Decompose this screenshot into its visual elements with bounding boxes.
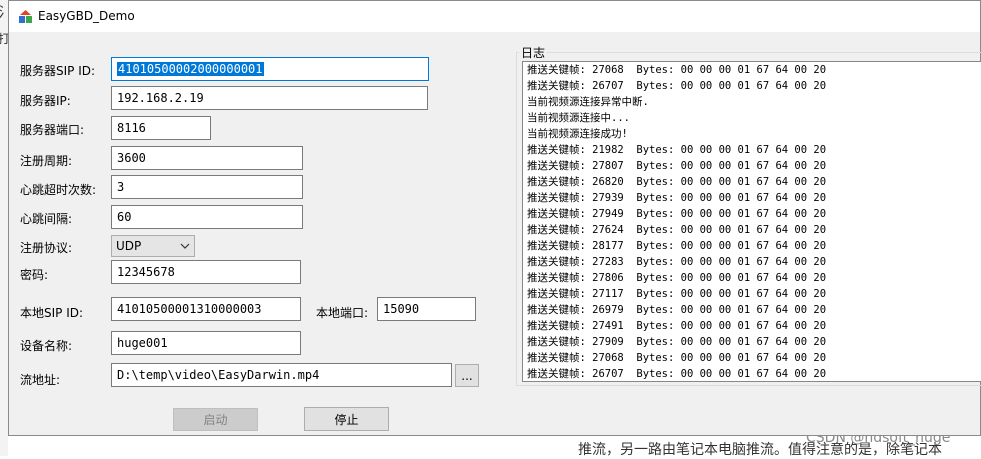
chevron-down-icon: [180, 243, 190, 249]
log-line: 推送关键帧: 26707 Bytes: 00 00 00 01 67 64 00…: [527, 368, 827, 380]
local-sip-id-input[interactable]: 41010500001310000003: [111, 297, 301, 321]
heartbeat-timeouts-label: 心跳超时次数:: [20, 183, 97, 197]
register-period-label: 注册周期:: [20, 154, 73, 168]
log-line: 推送关键帧: 27491 Bytes: 00 00 00 01 67 64 00…: [527, 320, 827, 332]
register-protocol-label: 注册协议:: [20, 241, 73, 255]
register-period-input[interactable]: 3600: [111, 146, 303, 170]
register-protocol-select[interactable]: UDP: [111, 235, 195, 257]
log-line: 推送关键帧: 27939 Bytes: 00 00 00 01 67 64 00…: [527, 192, 827, 204]
log-line: 推送关键帧: 26820 Bytes: 00 00 00 01 67 64 00…: [527, 176, 827, 188]
log-line: 推送关键帧: 27283 Bytes: 00 00 00 01 67 64 00…: [527, 256, 827, 268]
log-line: 推送关键帧: 27068 Bytes: 00 00 00 01 67 64 00…: [527, 64, 827, 76]
server-ip-input[interactable]: 192.168.2.19: [111, 86, 428, 110]
log-line: 当前视频源连接异常中断.: [527, 96, 649, 108]
stream-address-input[interactable]: D:\temp\video\EasyDarwin.mp4: [111, 363, 452, 387]
register-protocol-value: UDP: [116, 239, 142, 253]
server-port-input[interactable]: 8116: [111, 116, 211, 140]
stop-button[interactable]: 停止: [304, 407, 389, 431]
log-line: 推送关键帧: 27949 Bytes: 00 00 00 01 67 64 00…: [527, 208, 827, 220]
start-button[interactable]: 启动: [173, 408, 258, 431]
window-title: EasyGBD_Demo: [38, 9, 135, 23]
app-window: EasyGBD_Demo 服务器SIP ID: 4101050000200000…: [8, 0, 981, 436]
heartbeat-interval-label: 心跳间隔:: [20, 212, 73, 226]
server-ip-label: 服务器IP:: [20, 94, 71, 108]
log-line: 推送关键帧: 26979 Bytes: 00 00 00 01 67 64 00…: [527, 304, 827, 316]
log-lines: 推送关键帧: 27068 Bytes: 00 00 00 01 67 64 00…: [523, 62, 981, 381]
title-bar[interactable]: EasyGBD_Demo: [9, 1, 980, 32]
log-line: 推送关键帧: 27807 Bytes: 00 00 00 01 67 64 00…: [527, 160, 827, 172]
local-sip-id-label: 本地SIP ID:: [20, 306, 84, 320]
log-line: 推送关键帧: 27068 Bytes: 00 00 00 01 67 64 00…: [527, 352, 827, 364]
desktop-background: [0, 0, 8, 456]
server-port-label: 服务器端口:: [20, 123, 85, 137]
heartbeat-timeouts-input[interactable]: 3: [111, 175, 303, 199]
device-name-input[interactable]: huge001: [111, 331, 301, 355]
log-title: 日志: [519, 44, 548, 61]
server-sip-id-label: 服务器SIP ID:: [20, 64, 96, 78]
device-name-label: 设备名称:: [20, 339, 73, 353]
log-line: 推送关键帧: 26707 Bytes: 00 00 00 01 67 64 00…: [527, 80, 827, 92]
log-line: 推送关键帧: 28177 Bytes: 00 00 00 01 67 64 00…: [527, 240, 827, 252]
local-port-input[interactable]: 15090: [377, 297, 476, 321]
log-line: 推送关键帧: 27909 Bytes: 00 00 00 01 67 64 00…: [527, 336, 827, 348]
app-icon: [19, 10, 32, 23]
log-line: 推送关键帧: 27117 Bytes: 00 00 00 01 67 64 00…: [527, 288, 827, 300]
log-line: 推送关键帧: 21982 Bytes: 00 00 00 01 67 64 00…: [527, 144, 827, 156]
log-line: 推送关键帧: 27806 Bytes: 00 00 00 01 67 64 00…: [527, 272, 827, 284]
log-line: 当前视频源连接中...: [527, 112, 630, 124]
log-listbox[interactable]: 推送关键帧: 27068 Bytes: 00 00 00 01 67 64 00…: [522, 61, 981, 382]
server-sip-id-input[interactable]: 41010500002000000001: [111, 57, 429, 81]
password-input[interactable]: 12345678: [111, 260, 301, 284]
browse-button[interactable]: ...: [455, 364, 479, 387]
log-line: 推送关键帧: 27624 Bytes: 00 00 00 01 67 64 00…: [527, 224, 827, 236]
heartbeat-interval-input[interactable]: 60: [111, 205, 303, 229]
log-line: 当前视频源连接成功!: [527, 128, 628, 140]
stream-address-label: 流地址:: [20, 373, 61, 387]
password-label: 密码:: [20, 268, 49, 282]
local-port-label: 本地端口:: [316, 306, 369, 320]
